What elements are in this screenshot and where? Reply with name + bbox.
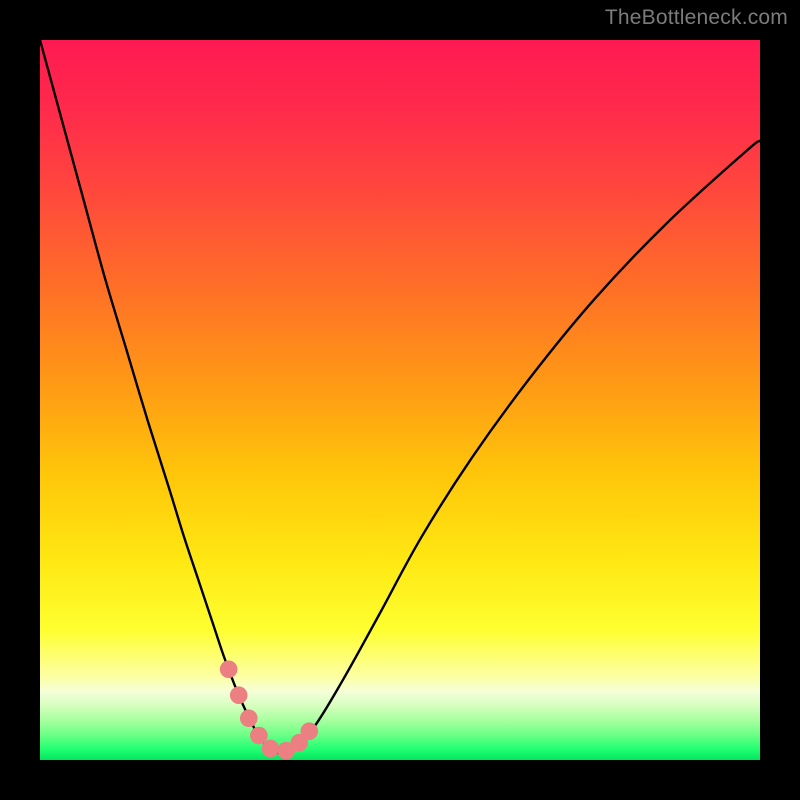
gradient-rect [40, 40, 760, 760]
chart-svg [40, 40, 760, 760]
watermark-text: TheBottleneck.com [605, 6, 788, 30]
chart-frame: TheBottleneck.com [0, 0, 800, 800]
marker-point [300, 722, 318, 740]
marker-point [220, 660, 238, 678]
marker-point [240, 709, 258, 727]
marker-point [230, 686, 248, 704]
marker-point [262, 740, 280, 758]
plot-area [40, 40, 760, 760]
